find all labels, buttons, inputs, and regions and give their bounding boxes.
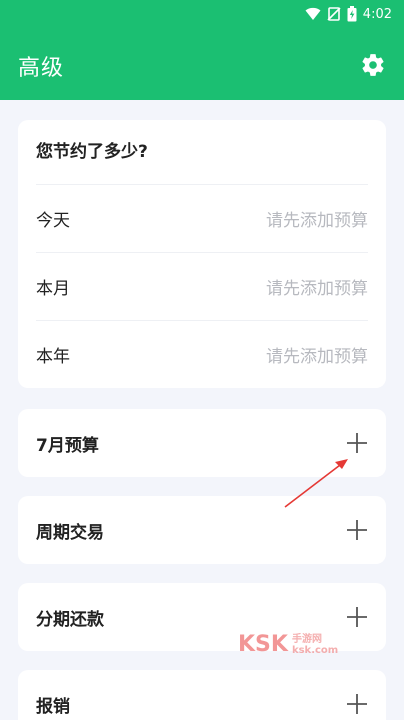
add-budget-link[interactable]: 请先添加预算 bbox=[266, 206, 368, 231]
savings-summary-card: 您节约了多少? 今天 请先添加预算 本月 请先添加预算 本年 请先添加预算 bbox=[18, 120, 386, 388]
app-screen: 4:02 高级 您节约了多少? 今天 请先添加预算 本月 请先添加预算 本年 请… bbox=[0, 0, 404, 720]
page-title: 高级 bbox=[18, 56, 65, 81]
site-watermark: KSK 手游网 ksk.com bbox=[238, 632, 338, 657]
plus-icon[interactable] bbox=[346, 519, 368, 541]
wifi-icon bbox=[305, 7, 321, 20]
summary-label: 本年 bbox=[36, 347, 70, 367]
watermark-line2: ksk.com bbox=[291, 644, 339, 656]
add-budget-link[interactable]: 请先添加预算 bbox=[266, 274, 368, 299]
no-signal-icon bbox=[327, 7, 341, 21]
monthly-budget-card[interactable]: 7月预算 bbox=[18, 409, 386, 477]
section-label: 周期交易 bbox=[36, 522, 104, 543]
add-budget-link[interactable]: 请先添加预算 bbox=[266, 342, 368, 367]
watermark-text: 手游网 ksk.com bbox=[292, 634, 338, 656]
watermark-line1: 手游网 bbox=[291, 633, 322, 645]
summary-row-month[interactable]: 本月 请先添加预算 bbox=[36, 253, 368, 321]
status-icons: 4:02 bbox=[305, 6, 392, 22]
recurring-transactions-card[interactable]: 周期交易 bbox=[18, 496, 386, 564]
summary-label: 本月 bbox=[36, 279, 70, 299]
battery-charging-icon bbox=[347, 6, 357, 22]
section-label: 7月预算 bbox=[36, 435, 99, 456]
plus-icon[interactable] bbox=[346, 432, 368, 454]
app-header: 4:02 高级 bbox=[0, 0, 404, 100]
summary-row-today[interactable]: 今天 请先添加预算 bbox=[36, 185, 368, 253]
section-label: 分期还款 bbox=[36, 609, 104, 630]
reimbursement-card[interactable]: 报销 bbox=[18, 670, 386, 720]
status-time: 4:02 bbox=[362, 6, 392, 22]
status-bar: 4:02 bbox=[0, 0, 404, 32]
summary-title: 您节约了多少? bbox=[36, 120, 368, 185]
watermark-logo: KSK bbox=[238, 632, 288, 657]
section-label: 报销 bbox=[36, 696, 70, 717]
gear-icon[interactable] bbox=[360, 52, 386, 78]
plus-icon[interactable] bbox=[346, 693, 368, 715]
summary-label: 今天 bbox=[36, 211, 70, 231]
summary-row-year[interactable]: 本年 请先添加预算 bbox=[36, 321, 368, 388]
plus-icon[interactable] bbox=[346, 606, 368, 628]
